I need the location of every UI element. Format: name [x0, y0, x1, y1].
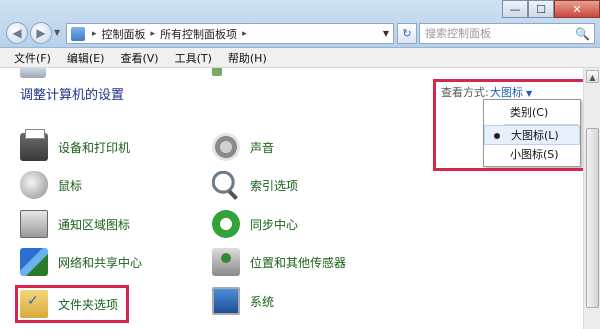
item-label: 声音 [250, 140, 275, 155]
minimize-button[interactable]: — [502, 0, 528, 18]
item-label: 网络和共享中心 [58, 255, 143, 270]
network-icon [20, 248, 48, 276]
item-network-sharing[interactable]: 网络和共享中心 [20, 247, 142, 277]
address-bar[interactable]: ▸ 控制面板 ▸ 所有控制面板项 ▸ ▼ [66, 23, 394, 44]
notification-tray-icon [20, 210, 48, 238]
search-icon[interactable]: 🔍 [575, 25, 590, 44]
item-notification-icons[interactable]: 通知区域图标 [20, 209, 130, 239]
back-button[interactable]: ◀ [6, 22, 28, 44]
vertical-scrollbar[interactable]: ▲ [583, 68, 600, 329]
item-label: 同步中心 [250, 217, 299, 232]
back-arrow-icon: ◀ [12, 26, 22, 40]
scroll-up-button[interactable]: ▲ [586, 70, 599, 83]
highlight-box-view-menu [433, 79, 591, 171]
page-title: 调整计算机的设置 [20, 88, 125, 103]
scroll-thumb[interactable] [586, 128, 599, 308]
location-sensor-icon [212, 248, 240, 276]
item-label: 位置和其他传感器 [250, 255, 347, 270]
breadcrumb-separator[interactable]: ▸ [148, 29, 159, 39]
item-label: 鼠标 [58, 178, 83, 193]
address-dropdown-icon[interactable]: ▼ [379, 29, 393, 38]
menu-tools[interactable]: 工具(T) [175, 50, 212, 66]
menu-help[interactable]: 帮助(H) [228, 50, 267, 66]
indexing-icon [212, 171, 240, 199]
close-button[interactable]: ✕ [554, 0, 600, 18]
content-area: 调整计算机的设置 查看方式: 大图标 ▼ 设备和打印机 鼠标 通知区域图标 网络和… [0, 68, 600, 329]
breadcrumb-all-items[interactable]: 所有控制面板项 [158, 26, 239, 42]
item-mouse[interactable]: 鼠标 [20, 170, 82, 200]
control-panel-icon [71, 26, 85, 41]
forward-button[interactable]: ▶ [30, 22, 52, 44]
item-sync-center[interactable]: 同步中心 [212, 209, 298, 239]
refresh-icon: ↻ [402, 27, 412, 40]
menu-view[interactable]: 查看(V) [120, 50, 158, 66]
item-indexing-options[interactable]: 索引选项 [212, 170, 298, 200]
breadcrumb-separator[interactable]: ▸ [239, 29, 250, 39]
highlight-box-folder-options [15, 285, 129, 323]
item-label: 设备和打印机 [58, 140, 131, 155]
item-sound[interactable]: 声音 [212, 132, 274, 162]
refresh-button[interactable]: ↻ [397, 23, 417, 44]
partial-item-icon [20, 68, 46, 78]
partial-item-icon [212, 68, 222, 76]
speaker-icon [212, 133, 240, 161]
item-devices-printers[interactable]: 设备和打印机 [20, 129, 131, 162]
item-label: 通知区域图标 [58, 217, 131, 232]
breadcrumb-control-panel[interactable]: 控制面板 [100, 26, 148, 42]
system-icon [212, 287, 240, 315]
item-label: 索引选项 [250, 178, 299, 193]
printer-icon [20, 129, 48, 161]
window-controls: — ☐ ✕ [502, 0, 600, 18]
item-system[interactable]: 系统 [212, 286, 274, 316]
mouse-icon [20, 171, 48, 199]
maximize-button[interactable]: ☐ [528, 0, 554, 18]
nav-buttons: ◀ ▶ ▼ [6, 22, 64, 44]
item-location-sensors[interactable]: 位置和其他传感器 [212, 247, 346, 277]
search-placeholder: 搜索控制面板 [425, 27, 491, 40]
sync-icon [212, 210, 240, 238]
breadcrumb-separator[interactable]: ▸ [89, 29, 100, 39]
menu-bar: 文件(F) 编辑(E) 查看(V) 工具(T) 帮助(H) [0, 48, 600, 68]
title-bar: — ☐ ✕ ◀ ▶ ▼ ▸ 控制面板 ▸ 所有控制面板项 ▸ ▼ ↻ 搜索控制面… [0, 0, 600, 48]
menu-file[interactable]: 文件(F) [14, 50, 51, 66]
recent-pages-dropdown[interactable]: ▼ [54, 22, 64, 44]
search-input[interactable]: 搜索控制面板 🔍 [419, 23, 595, 44]
forward-arrow-icon: ▶ [36, 26, 46, 40]
menu-edit[interactable]: 编辑(E) [67, 50, 105, 66]
item-label: 系统 [250, 294, 275, 309]
